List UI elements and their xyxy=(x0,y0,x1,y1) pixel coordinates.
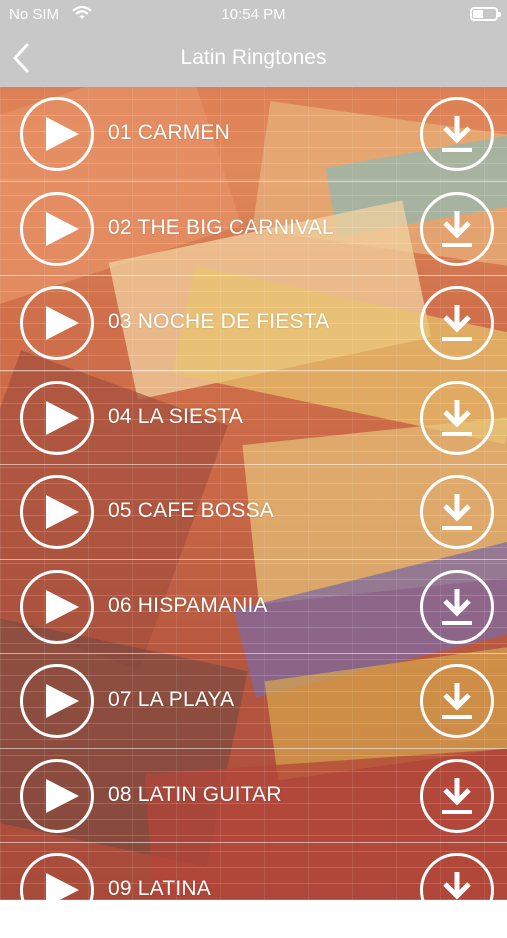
ringtone-row: 02 THE BIG CARNIVAL xyxy=(0,182,507,276)
download-button[interactable] xyxy=(420,191,494,266)
download-button[interactable] xyxy=(420,853,494,927)
download-icon xyxy=(442,588,472,625)
ringtone-row: 04 LA SIESTA xyxy=(0,371,507,465)
ringtone-row: 05 CAFE BOSSA xyxy=(0,465,507,560)
download-button[interactable] xyxy=(420,569,494,644)
ringtone-title: 09 LATINA xyxy=(108,877,211,900)
battery-icon xyxy=(470,7,501,21)
download-button[interactable] xyxy=(420,380,494,455)
ringtone-title: 08 LATIN GUITAR xyxy=(108,782,282,806)
play-icon xyxy=(46,211,79,246)
download-icon xyxy=(442,399,472,436)
play-icon xyxy=(46,306,79,340)
play-icon xyxy=(46,400,79,435)
ringtone-row: 06 HISPAMANIA xyxy=(0,560,507,654)
download-icon xyxy=(442,872,472,908)
play-icon xyxy=(46,684,79,718)
download-icon xyxy=(442,683,472,719)
play-button[interactable] xyxy=(20,380,94,455)
status-bar: No SIM 10:54 PM xyxy=(0,0,507,30)
play-button[interactable] xyxy=(20,758,94,833)
play-button[interactable] xyxy=(20,286,94,360)
download-button[interactable] xyxy=(420,97,494,171)
download-button[interactable] xyxy=(420,758,494,833)
ringtone-title: 06 HISPAMANIA xyxy=(108,593,268,617)
status-time: 10:54 PM xyxy=(221,6,286,23)
download-button[interactable] xyxy=(420,664,494,738)
download-button[interactable] xyxy=(420,475,494,549)
ringtone-row: 07 LA PLAYA xyxy=(0,654,507,749)
play-icon xyxy=(46,589,79,624)
download-button[interactable] xyxy=(420,286,494,360)
play-icon xyxy=(46,873,79,907)
ringtone-title: 02 THE BIG CARNIVAL xyxy=(108,215,334,239)
play-button[interactable] xyxy=(20,475,94,549)
ringtone-row: 01 CARMEN xyxy=(0,87,507,182)
ringtone-row: 08 LATIN GUITAR xyxy=(0,749,507,843)
play-icon xyxy=(46,778,79,813)
ringtone-title: 01 CARMEN xyxy=(108,121,230,144)
play-button[interactable] xyxy=(20,569,94,644)
play-icon xyxy=(46,117,79,151)
play-button[interactable] xyxy=(20,97,94,171)
download-icon xyxy=(442,305,472,341)
navigation-bar: Latin Ringtones xyxy=(0,30,507,87)
download-icon xyxy=(442,494,472,530)
page-title: Latin Ringtones xyxy=(180,46,327,69)
ringtone-title: 05 CAFE BOSSA xyxy=(108,499,274,522)
ringtone-row: 03 NOCHE DE FIESTA xyxy=(0,276,507,371)
ringtone-title: 04 LA SIESTA xyxy=(108,404,244,428)
play-button[interactable] xyxy=(20,853,94,927)
play-button[interactable] xyxy=(20,664,94,738)
play-icon xyxy=(46,495,79,529)
ringtone-title: 07 LA PLAYA xyxy=(108,688,235,711)
play-button[interactable] xyxy=(20,191,94,266)
download-icon xyxy=(442,116,472,152)
ringtone-title: 03 NOCHE DE FIESTA xyxy=(108,310,330,333)
download-icon xyxy=(442,210,472,247)
ringtone-row: 09 LATINA xyxy=(0,843,507,938)
ringtone-list: 01 CARMEN 02 THE BIG CARNIVAL 03 NOCHE D… xyxy=(0,87,507,938)
download-icon xyxy=(442,777,472,814)
